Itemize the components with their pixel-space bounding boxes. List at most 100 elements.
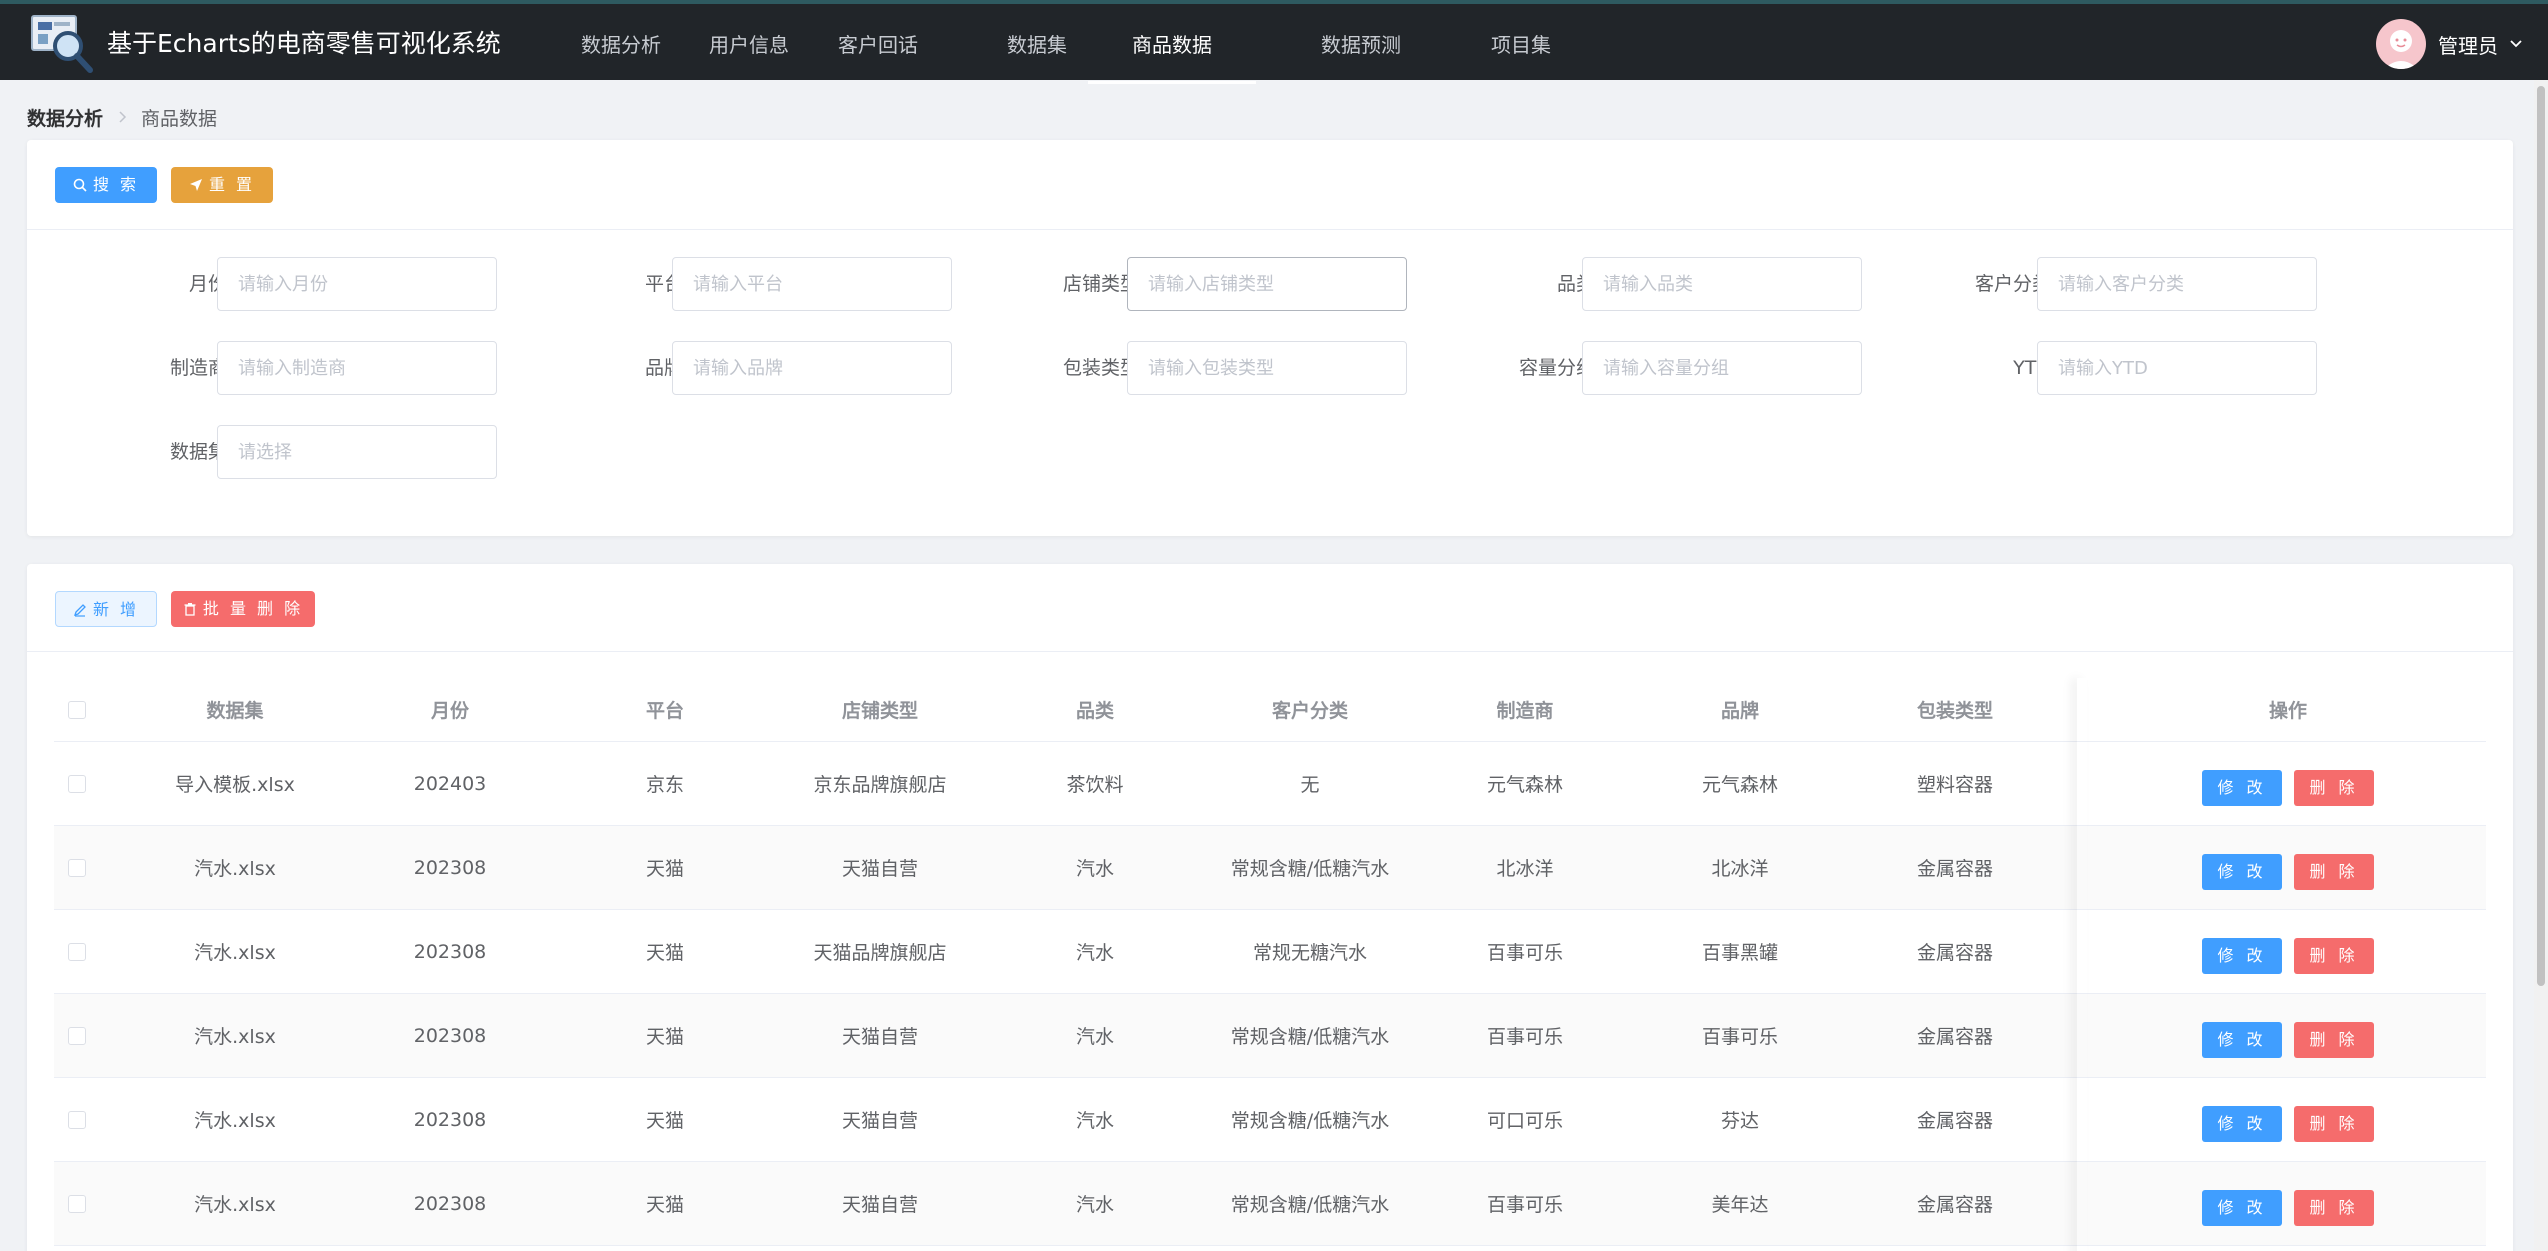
customer-class-input[interactable] bbox=[2037, 257, 2317, 311]
breadcrumb-root[interactable]: 数据分析 bbox=[27, 104, 103, 131]
customer-class-label: 客户分类 bbox=[1974, 273, 2051, 295]
cell-store-type: 天猫自营 bbox=[841, 1194, 918, 1216]
delete-button[interactable]: 删 除 bbox=[2294, 1021, 2374, 1058]
col-package-type[interactable]: 包装类型 bbox=[1820, 678, 2090, 741]
cell-customer-class: 常规含糖/低糖汽水 bbox=[1230, 1026, 1390, 1048]
cell-store-type: 天猫自营 bbox=[841, 858, 918, 880]
user-menu[interactable]: 管理员 bbox=[2376, 4, 2524, 84]
nav-data-analysis[interactable]: 数据分析 bbox=[576, 4, 666, 84]
user-name: 管理员 bbox=[2438, 33, 2498, 58]
edit-button[interactable]: 修 改 bbox=[2202, 1189, 2282, 1226]
send-icon bbox=[189, 179, 202, 191]
cell-actions: 修 改删 除 bbox=[2090, 1078, 2486, 1161]
batch-delete-button-label: 批 量 删 除 bbox=[202, 599, 304, 618]
cell-platform: 天猫 bbox=[645, 942, 684, 964]
edit-button[interactable]: 修 改 bbox=[2202, 937, 2282, 974]
col-platform[interactable]: 平台 bbox=[530, 678, 800, 741]
search-button[interactable]: 搜 索 bbox=[55, 167, 157, 203]
edit-button[interactable]: 修 改 bbox=[2202, 1021, 2282, 1058]
table-row: 导入模板.xlsx 202403 京东 京东品牌旗舰店 茶饮料 无 元气森林 元气森林 塑料容器… bbox=[54, 742, 2486, 826]
cell-manufacturer: 百事可乐 bbox=[1486, 1026, 1563, 1048]
page-scrollbar[interactable] bbox=[2534, 80, 2548, 1251]
store-type-input[interactable] bbox=[1127, 257, 1407, 311]
capacity-group-input[interactable] bbox=[1582, 341, 1862, 395]
cell-manufacturer: 元气森林 bbox=[1486, 774, 1563, 796]
delete-button[interactable]: 删 除 bbox=[2294, 853, 2374, 890]
category-input[interactable] bbox=[1582, 257, 1862, 311]
cell-store-type: 天猫自营 bbox=[841, 1026, 918, 1048]
brand-input[interactable] bbox=[672, 341, 952, 395]
cell-manufacturer: 百事可乐 bbox=[1486, 1194, 1563, 1216]
row-checkbox[interactable] bbox=[68, 774, 86, 793]
add-button[interactable]: 新 增 bbox=[55, 591, 157, 627]
edit-button[interactable]: 修 改 bbox=[2202, 1105, 2282, 1142]
data-table-panel: 新 增 批 量 删 除 数据集 月份 平台 店铺类型 品类 客户分类 制造商 品… bbox=[27, 564, 2513, 1251]
reset-button-label: 重 置 bbox=[208, 175, 256, 194]
package-type-input[interactable] bbox=[1127, 341, 1407, 395]
row-checkbox[interactable] bbox=[68, 858, 86, 877]
nav-customer-chat[interactable]: 客户回话 bbox=[833, 4, 923, 84]
cell-platform: 京东 bbox=[645, 774, 684, 796]
cell-platform: 天猫 bbox=[645, 1110, 684, 1132]
nav-product-data[interactable]: 商品数据 bbox=[1088, 4, 1256, 84]
scrollbar-thumb[interactable] bbox=[2537, 86, 2545, 986]
reset-button[interactable]: 重 置 bbox=[171, 167, 273, 203]
delete-button[interactable]: 删 除 bbox=[2294, 769, 2374, 806]
cell-brand: 百事黑罐 bbox=[1701, 942, 1778, 964]
nav-user-info[interactable]: 用户信息 bbox=[704, 4, 794, 84]
cell-month: 202308 bbox=[413, 1192, 487, 1215]
cell-month: 202308 bbox=[413, 1024, 487, 1047]
edit-button[interactable]: 修 改 bbox=[2202, 853, 2282, 890]
row-checkbox-cell bbox=[54, 826, 100, 909]
header-checkbox-cell bbox=[54, 678, 100, 741]
month-input[interactable] bbox=[217, 257, 497, 311]
cell-manufacturer: 百事可乐 bbox=[1486, 942, 1563, 964]
col-store-type[interactable]: 店铺类型 bbox=[800, 678, 960, 741]
breadcrumb-current: 商品数据 bbox=[141, 107, 218, 130]
ytd-input[interactable] bbox=[2037, 341, 2317, 395]
row-checkbox[interactable] bbox=[68, 942, 86, 961]
search-icon bbox=[73, 178, 87, 192]
batch-delete-button[interactable]: 批 量 删 除 bbox=[171, 591, 315, 627]
dataset-select[interactable] bbox=[217, 425, 497, 479]
cell-brand: 北冰洋 bbox=[1711, 858, 1769, 880]
manufacturer-input[interactable] bbox=[217, 341, 497, 395]
add-button-label: 新 增 bbox=[92, 600, 140, 619]
delete-button[interactable]: 删 除 bbox=[2294, 1189, 2374, 1226]
nav-dataset[interactable]: 数据集 bbox=[992, 4, 1082, 84]
col-category[interactable]: 品类 bbox=[960, 678, 1230, 741]
nav-project-set[interactable]: 项目集 bbox=[1486, 4, 1556, 84]
row-checkbox[interactable] bbox=[68, 1110, 86, 1129]
cell-actions: 修 改删 除 bbox=[2090, 1162, 2486, 1245]
platform-label: 平台 bbox=[644, 273, 683, 295]
logo-icon bbox=[31, 15, 93, 73]
month-label: 月份 bbox=[188, 273, 227, 295]
cell-customer-class: 常规无糖汽水 bbox=[1252, 942, 1367, 964]
edit-button[interactable]: 修 改 bbox=[2202, 769, 2282, 806]
row-checkbox[interactable] bbox=[68, 1194, 86, 1213]
col-customer-class[interactable]: 客户分类 bbox=[1230, 678, 1390, 741]
select-all-checkbox[interactable] bbox=[68, 700, 86, 719]
cell-customer-class: 常规含糖/低糖汽水 bbox=[1230, 1194, 1390, 1216]
delete-button[interactable]: 删 除 bbox=[2294, 937, 2374, 974]
table-row: 汽水.xlsx 202308 天猫 天猫自营 汽水 常规含糖/低糖汽水 百事可乐 美年达 金属容… bbox=[54, 1162, 2486, 1246]
manufacturer-label: 制造商 bbox=[169, 357, 227, 379]
cell-dataset: 导入模板.xlsx bbox=[175, 774, 295, 796]
delete-button[interactable]: 删 除 bbox=[2294, 1105, 2374, 1142]
capacity-group-label: 容量分组 bbox=[1518, 357, 1595, 379]
col-dataset[interactable]: 数据集 bbox=[100, 678, 370, 741]
col-month[interactable]: 月份 bbox=[370, 678, 530, 741]
platform-input[interactable] bbox=[672, 257, 952, 311]
row-checkbox-cell bbox=[54, 742, 100, 825]
nav-data-forecast[interactable]: 数据预测 bbox=[1316, 4, 1406, 84]
cell-category: 茶饮料 bbox=[1066, 774, 1124, 796]
col-brand[interactable]: 品牌 bbox=[1660, 678, 1820, 741]
cell-dataset: 汽水.xlsx bbox=[194, 1194, 276, 1216]
cell-month: 202308 bbox=[413, 856, 487, 879]
col-manufacturer[interactable]: 制造商 bbox=[1390, 678, 1660, 741]
cell-package-type: 金属容器 bbox=[1916, 942, 1993, 964]
cell-brand: 元气森林 bbox=[1701, 774, 1778, 796]
edit-icon bbox=[73, 604, 86, 617]
search-button-label: 搜 索 bbox=[92, 175, 140, 194]
row-checkbox[interactable] bbox=[68, 1026, 86, 1045]
